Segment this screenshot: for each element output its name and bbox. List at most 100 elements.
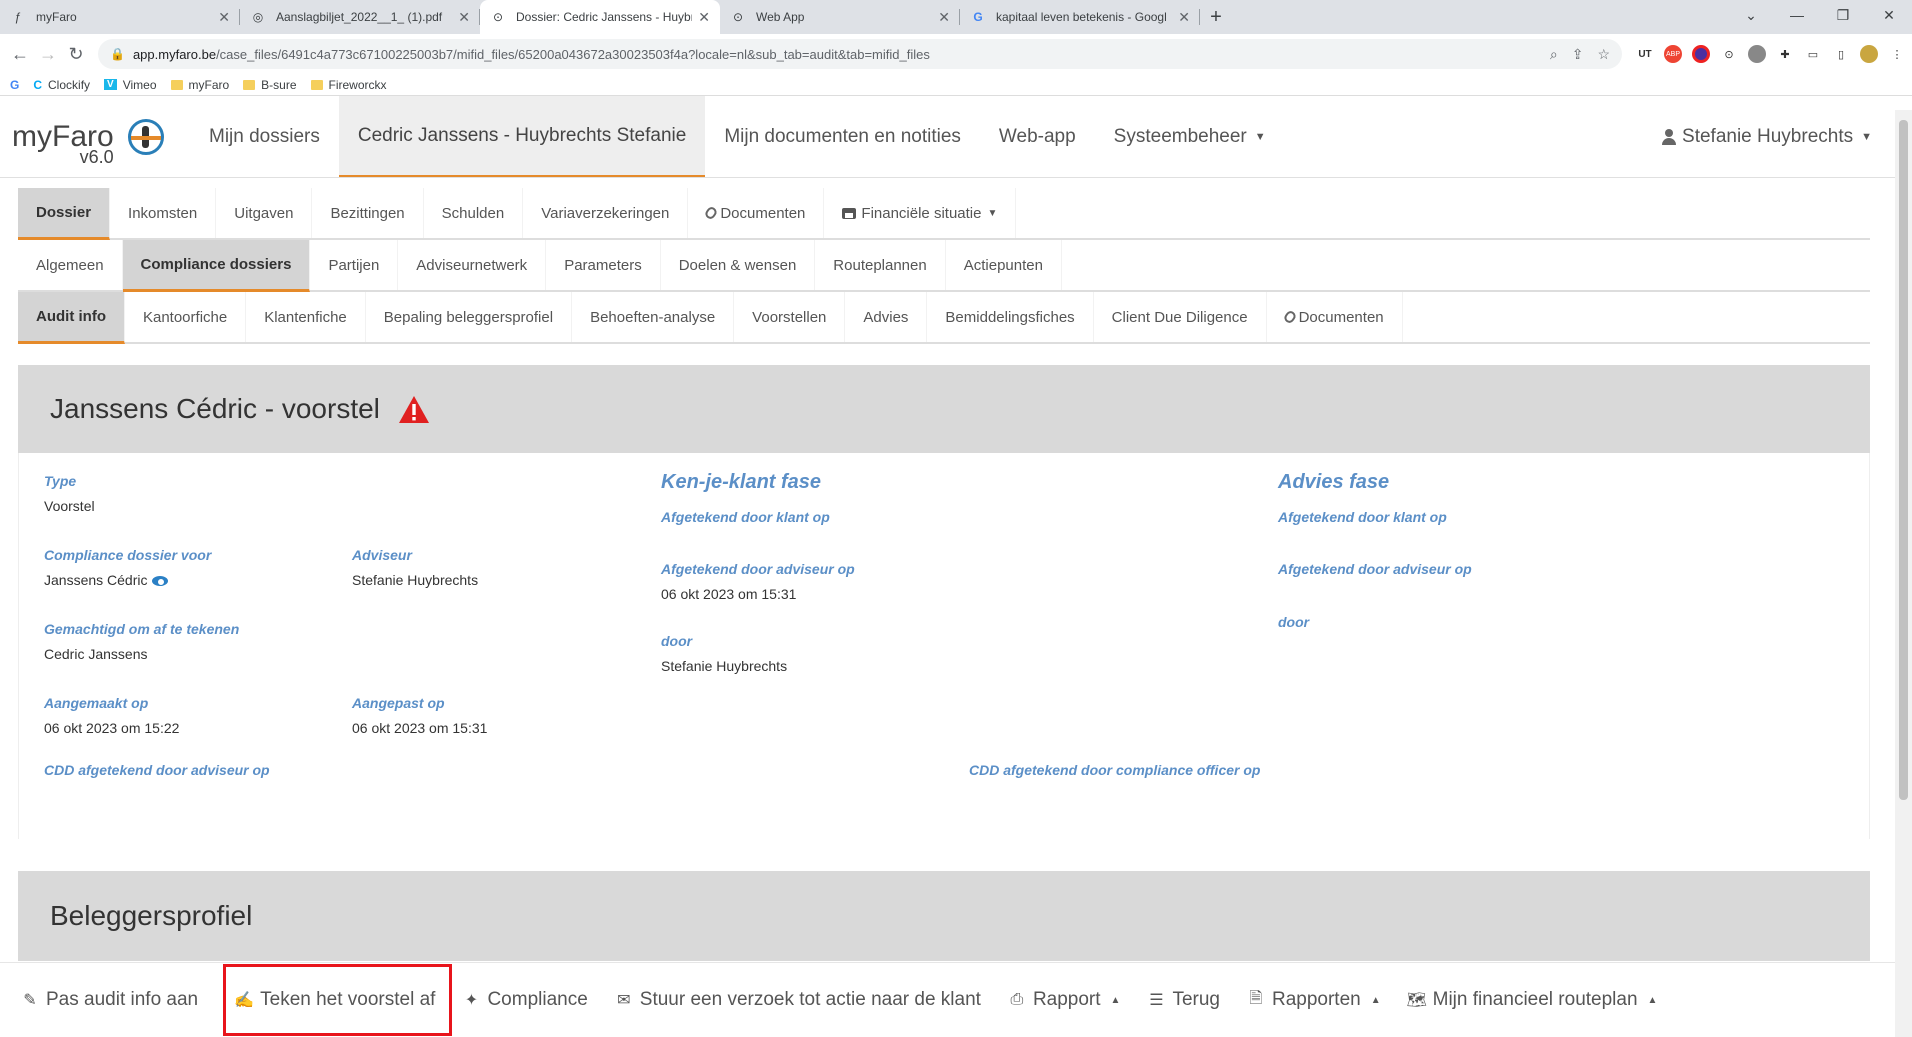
tab-compliance-dossiers[interactable]: Compliance dossiers bbox=[122, 240, 311, 292]
tab-klantenfiche[interactable]: Klantenfiche bbox=[246, 292, 366, 342]
address-bar[interactable]: 🔒 app.myfaro.be/case_files/6491c4a773c67… bbox=[98, 39, 1622, 69]
forward-icon[interactable]: → bbox=[34, 40, 62, 68]
extension-grey-icon[interactable] bbox=[1748, 45, 1766, 63]
close-tab-icon[interactable]: ✕ bbox=[458, 9, 470, 26]
globe-icon: ◎ bbox=[252, 10, 264, 24]
tab-advies[interactable]: Advies bbox=[845, 292, 928, 342]
bookmark-myfaro[interactable]: myFaro bbox=[170, 78, 229, 92]
tab-audit-info[interactable]: Audit info bbox=[18, 292, 125, 344]
send-request-button[interactable]: ✉ Stuur een verzoek tot actie naar de kla… bbox=[604, 965, 997, 1035]
caret-up-icon: ▲ bbox=[1647, 994, 1658, 1006]
close-tab-icon[interactable]: ✕ bbox=[698, 9, 710, 26]
google-icon[interactable]: G bbox=[10, 78, 19, 92]
folder-icon bbox=[310, 79, 323, 90]
extensions-puzzle-icon[interactable]: ✚ bbox=[1776, 45, 1794, 63]
bottom-action-bar: ✎ Pas audit info aan ✍ Teken het voorstel … bbox=[0, 962, 1895, 1037]
nav-web-app[interactable]: Web-app bbox=[980, 96, 1095, 177]
page-scrollbar[interactable] bbox=[1895, 110, 1912, 1037]
myfaro-logo[interactable]: myFaro v6.0 bbox=[0, 96, 190, 177]
back-button[interactable]: ☰ Terug bbox=[1136, 965, 1236, 1035]
tabs-level-1: Dossier Inkomsten Uitgaven Bezittingen S… bbox=[18, 188, 1870, 240]
browser-tab[interactable]: ƒ myFaro ✕ bbox=[0, 0, 240, 34]
tab-routeplannen[interactable]: Routeplannen bbox=[815, 240, 946, 290]
extension-ut-icon[interactable]: UT bbox=[1636, 45, 1654, 63]
nav-mijn-documenten[interactable]: Mijn documenten en notities bbox=[705, 96, 980, 177]
tab-financiele-situatie[interactable]: Financiële situatie ▼ bbox=[824, 188, 1017, 238]
app-navbar: myFaro v6.0 Mijn dossiers Cedric Janssens… bbox=[0, 96, 1912, 178]
tab-doelen-wensen[interactable]: Doelen & wensen bbox=[661, 240, 816, 290]
edit-audit-info-button[interactable]: ✎ Pas audit info aan bbox=[10, 965, 214, 1035]
eye-icon[interactable] bbox=[151, 576, 168, 586]
tab-inkomsten[interactable]: Inkomsten bbox=[110, 188, 217, 238]
tab-bezittingen[interactable]: Bezittingen bbox=[312, 188, 424, 238]
tab-kantoorfiche[interactable]: Kantoorfiche bbox=[125, 292, 247, 342]
close-tab-icon[interactable]: ✕ bbox=[938, 9, 950, 26]
edit-icon: ✎ bbox=[23, 992, 37, 1009]
field-aangepast: Aangepast op 06 okt 2023 om 15:31 bbox=[352, 695, 488, 736]
menu-dots-icon[interactable]: ⋮ bbox=[1888, 45, 1906, 63]
minimize-icon[interactable]: — bbox=[1774, 0, 1820, 30]
myfaro-favicon-icon: ⊙ bbox=[732, 10, 744, 24]
user-menu[interactable]: Stefanie Huybrechts ▼ bbox=[1662, 96, 1872, 177]
restore-icon[interactable]: ❐ bbox=[1820, 0, 1866, 30]
tab-beleggersprofiel[interactable]: Bepaling beleggersprofiel bbox=[366, 292, 573, 342]
rapport-dropdown[interactable]: ⎙ Rapport ▲ bbox=[997, 965, 1137, 1035]
myfaro-extension-icon[interactable]: ⊙ bbox=[1720, 45, 1738, 63]
bookmark-clockify[interactable]: C Clockify bbox=[33, 78, 90, 92]
tabs-level-2: Algemeen Compliance dossiers Partijen Ad… bbox=[18, 240, 1870, 292]
browser-tab[interactable]: ◎ Aanslagbiljet_2022__1_ (1).pdf ✕ bbox=[240, 0, 480, 34]
bookmark-star-icon[interactable]: ☆ bbox=[1597, 46, 1610, 63]
tab-adviseurnetwerk[interactable]: Adviseurnetwerk bbox=[398, 240, 547, 290]
routeplan-dropdown[interactable]: 🗺 Mijn financieel routeplan ▲ bbox=[1397, 965, 1674, 1035]
nav-current-dossier[interactable]: Cedric Janssens - Huybrechts Stefanie bbox=[338, 96, 706, 177]
tab-documenten[interactable]: Documenten bbox=[688, 188, 825, 238]
bookmark-bsure[interactable]: B-sure bbox=[243, 78, 297, 92]
field-gemachtigd: Gemachtigd om af te tekenen Cedric Janss… bbox=[44, 621, 240, 662]
map-icon: 🗺 bbox=[1406, 992, 1427, 1009]
sign-proposal-button[interactable]: ✍ Teken het voorstel af bbox=[223, 964, 453, 1036]
tab-parameters[interactable]: Parameters bbox=[546, 240, 661, 290]
tab-variaverzekeringen[interactable]: Variaverzekeringen bbox=[523, 188, 689, 238]
tab-behoeften-analyse[interactable]: Behoeften-analyse bbox=[572, 292, 735, 342]
tab-bemiddelingsfiches[interactable]: Bemiddelingsfiches bbox=[927, 292, 1094, 342]
extension-circle-icon[interactable] bbox=[1692, 45, 1710, 63]
tab-schulden[interactable]: Schulden bbox=[424, 188, 524, 238]
browser-tab[interactable]: Gkapitaal leven betekenis - Googl ✕ bbox=[960, 0, 1200, 34]
rapporten-dropdown[interactable]: 🗎 Rapporten ▲ bbox=[1236, 965, 1397, 1035]
tab-search-icon[interactable]: ⌄ bbox=[1728, 0, 1774, 30]
close-window-icon[interactable]: ✕ bbox=[1866, 0, 1912, 30]
audit-panel-body: Type Voorstel Compliance dossier voor Ja… bbox=[18, 453, 1870, 839]
tabs-level-3: Audit info Kantoorfiche Klantenfiche Bep… bbox=[18, 292, 1870, 344]
scrollbar-thumb[interactable] bbox=[1899, 120, 1908, 800]
lock-icon[interactable]: 🔒 bbox=[110, 47, 125, 61]
bookmark-vimeo[interactable]: V Vimeo bbox=[104, 78, 157, 92]
reload-icon[interactable]: ↻ bbox=[62, 40, 90, 68]
new-tab-button[interactable]: + bbox=[1200, 0, 1232, 34]
tab-algemeen[interactable]: Algemeen bbox=[18, 240, 123, 290]
tab-client-due-diligence[interactable]: Client Due Diligence bbox=[1094, 292, 1267, 342]
back-icon[interactable]: ← bbox=[6, 40, 34, 68]
tab-actiepunten[interactable]: Actiepunten bbox=[946, 240, 1062, 290]
browser-tab[interactable]: ⊙ Web App ✕ bbox=[720, 0, 960, 34]
compliance-button[interactable]: ✦ Compliance bbox=[451, 965, 603, 1035]
tab-dossier[interactable]: Dossier bbox=[18, 188, 111, 240]
close-tab-icon[interactable]: ✕ bbox=[1178, 9, 1190, 26]
cast-icon[interactable]: ▭ bbox=[1804, 45, 1822, 63]
extensions-bar: UT ABP ⊙ ✚ ▭ ▯ ⋮ bbox=[1636, 45, 1906, 63]
profile-avatar-icon[interactable] bbox=[1860, 45, 1878, 63]
tab-voorstellen[interactable]: Voorstellen bbox=[734, 292, 846, 342]
nav-mijn-dossiers[interactable]: Mijn dossiers bbox=[190, 96, 339, 177]
tab-documenten-3[interactable]: Documenten bbox=[1267, 292, 1403, 342]
browser-tabbar: ƒ myFaro ✕ ◎ Aanslagbiljet_2022__1_ (1).pdf… bbox=[0, 0, 1912, 34]
adblock-icon[interactable]: ABP bbox=[1664, 45, 1682, 63]
share-icon[interactable]: ⇪ bbox=[1572, 46, 1584, 63]
browser-tab-active[interactable]: ⊙ Dossier: Cedric Janssens - Huybr ✕ bbox=[480, 0, 720, 34]
signature-icon: ✍ bbox=[234, 992, 255, 1009]
sidepanel-icon[interactable]: ▯ bbox=[1832, 45, 1850, 63]
tab-uitgaven[interactable]: Uitgaven bbox=[216, 188, 313, 238]
close-tab-icon[interactable]: ✕ bbox=[218, 9, 230, 26]
tab-partijen[interactable]: Partijen bbox=[310, 240, 399, 290]
nav-systeembeheer[interactable]: Systeembeheer ▼ bbox=[1095, 96, 1285, 177]
zoom-icon[interactable]: ⌕ bbox=[1550, 46, 1558, 63]
bookmark-fireworckx[interactable]: Fireworckx bbox=[310, 78, 387, 92]
